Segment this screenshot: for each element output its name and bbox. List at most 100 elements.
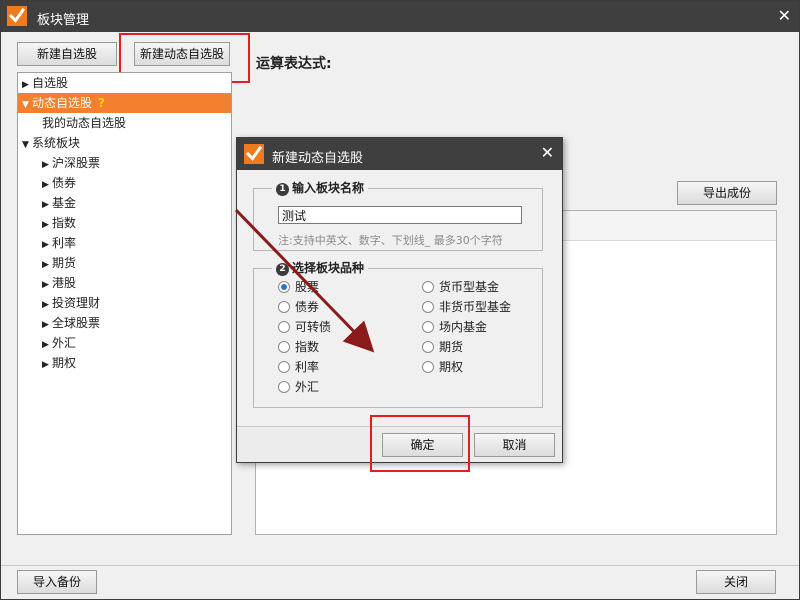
tree-item[interactable]: ▶ 指数 (18, 213, 231, 233)
export-components-button[interactable]: 导出成份 (677, 181, 777, 205)
triangle-right-icon[interactable]: ▶ (42, 295, 52, 315)
tree-item-label: 基金 (52, 196, 77, 210)
triangle-right-icon[interactable]: ▶ (42, 275, 52, 295)
tree-item[interactable]: ▶ 投资理财 (18, 293, 231, 313)
triangle-right-icon[interactable]: ▶ (42, 335, 52, 355)
board-name-legend: 1 输入板块名称 (272, 180, 369, 196)
footer-divider (1, 565, 799, 566)
radio-checked-icon[interactable] (278, 281, 290, 293)
highlight-box-ok (370, 415, 470, 472)
tree-item-label: 投资理财 (52, 296, 101, 310)
board-name-legend-text: 输入板块名称 (292, 181, 365, 195)
cancel-button[interactable]: 取消 (474, 433, 555, 457)
triangle-right-icon[interactable]: ▶ (42, 175, 52, 195)
import-backup-button[interactable]: 导入备份 (17, 570, 97, 594)
window-titlebar: 板块管理 ✕ (1, 1, 799, 32)
dialog-titlebar: 新建动态自选股 ✕ (237, 138, 562, 170)
tree-item[interactable]: ▶ 债券 (18, 173, 231, 193)
board-type-radio[interactable]: 外汇 (278, 379, 319, 395)
triangle-right-icon[interactable]: ▶ (42, 315, 52, 335)
triangle-right-icon[interactable]: ▶ (42, 195, 52, 215)
triangle-right-icon[interactable]: ▶ (42, 235, 52, 255)
tree-item-label: 港股 (52, 276, 77, 290)
tree-item[interactable]: 我的动态自选股 (18, 113, 231, 133)
triangle-right-icon[interactable]: ▶ (42, 255, 52, 275)
board-type-radio[interactable]: 股票 (278, 279, 319, 295)
app-logo-icon (7, 6, 27, 26)
tree-item[interactable]: ▶ 港股 (18, 273, 231, 293)
tree-item-label: 期货 (52, 256, 77, 270)
tree-item-label: 我的动态自选股 (42, 116, 127, 130)
new-watchlist-button[interactable]: 新建自选股 (17, 42, 117, 66)
board-type-radio-label: 利率 (295, 360, 320, 374)
radio-unchecked-icon[interactable] (422, 361, 434, 373)
radio-unchecked-icon[interactable] (278, 321, 290, 333)
triangle-down-icon[interactable]: ▼ (22, 95, 32, 115)
tree-item[interactable]: ▶ 沪深股票 (18, 153, 231, 173)
expression-label: 运算表达式: (256, 56, 332, 72)
tree-item[interactable]: ▶ 利率 (18, 233, 231, 253)
board-name-input[interactable] (278, 206, 522, 224)
board-type-radio-label: 期货 (439, 340, 464, 354)
help-icon[interactable]: ? (98, 96, 105, 110)
tree-item-label: 指数 (52, 216, 77, 230)
window-close-icon[interactable]: ✕ (778, 7, 791, 25)
radio-unchecked-icon[interactable] (278, 341, 290, 353)
board-type-radio[interactable]: 可转债 (278, 319, 331, 335)
tree-item-label: 系统板块 (32, 136, 81, 150)
tree-item-label: 债券 (52, 176, 77, 190)
triangle-right-icon[interactable]: ▶ (22, 75, 32, 95)
dialog-logo-icon (244, 144, 264, 164)
board-type-radio-label: 股票 (295, 280, 320, 294)
board-type-radio[interactable]: 货币型基金 (422, 279, 499, 295)
radio-unchecked-icon[interactable] (422, 321, 434, 333)
tree-item[interactable]: ▼ 系统板块 (18, 133, 231, 153)
tree-item-label: 利率 (52, 236, 77, 250)
triangle-right-icon[interactable]: ▶ (42, 355, 52, 375)
triangle-down-icon[interactable]: ▼ (22, 135, 32, 155)
radio-unchecked-icon[interactable] (422, 301, 434, 313)
radio-unchecked-icon[interactable] (278, 301, 290, 313)
board-type-radio-label: 债券 (295, 300, 320, 314)
board-type-radio[interactable]: 利率 (278, 359, 319, 375)
tree-item[interactable]: ▶ 期货 (18, 253, 231, 273)
triangle-right-icon[interactable]: ▶ (42, 155, 52, 175)
board-type-radio[interactable]: 债券 (278, 299, 319, 315)
tree-item[interactable]: ▼ 动态自选股? (18, 93, 231, 113)
board-type-radio-label: 场内基金 (439, 320, 488, 334)
dialog-title: 新建动态自选股 (272, 151, 364, 166)
board-type-legend: 2 选择板块品种 (272, 260, 369, 276)
tree-item[interactable]: ▶ 期权 (18, 353, 231, 373)
tree-item-label: 全球股票 (52, 316, 101, 330)
radio-unchecked-icon[interactable] (278, 381, 290, 393)
tree-item-label: 外汇 (52, 336, 77, 350)
radio-unchecked-icon[interactable] (278, 361, 290, 373)
tree-item-label: 自选股 (32, 76, 69, 90)
tree-item-label: 期权 (52, 356, 77, 370)
board-type-radio[interactable]: 非货币型基金 (422, 299, 511, 315)
tree-item-label: 动态自选股 (32, 96, 93, 110)
board-type-radio[interactable]: 指数 (278, 339, 319, 355)
board-type-radio-label: 外汇 (295, 380, 320, 394)
board-type-radio[interactable]: 期货 (422, 339, 463, 355)
step-number-2: 2 (276, 263, 289, 276)
radio-unchecked-icon[interactable] (422, 281, 434, 293)
board-name-hint: 注:支持中英文、数字、下划线_ 最多30个字符 (278, 234, 503, 247)
board-type-radio-label: 货币型基金 (439, 280, 500, 294)
tree-item[interactable]: ▶ 基金 (18, 193, 231, 213)
window-title: 板块管理 (37, 13, 90, 28)
close-button[interactable]: 关闭 (696, 570, 776, 594)
board-type-radio[interactable]: 场内基金 (422, 319, 487, 335)
board-type-legend-text: 选择板块品种 (292, 261, 365, 275)
dialog-close-icon[interactable]: ✕ (541, 144, 554, 162)
tree-item-label: 沪深股票 (52, 156, 101, 170)
tree-item[interactable]: ▶ 全球股票 (18, 313, 231, 333)
radio-unchecked-icon[interactable] (422, 341, 434, 353)
triangle-right-icon[interactable]: ▶ (42, 215, 52, 235)
board-type-radio[interactable]: 期权 (422, 359, 463, 375)
step-number-1: 1 (276, 183, 289, 196)
tree-item[interactable]: ▶ 外汇 (18, 333, 231, 353)
board-type-radio-label: 可转债 (295, 320, 332, 334)
tree-item[interactable]: ▶ 自选股 (18, 73, 231, 93)
board-type-radio-label: 期权 (439, 360, 464, 374)
